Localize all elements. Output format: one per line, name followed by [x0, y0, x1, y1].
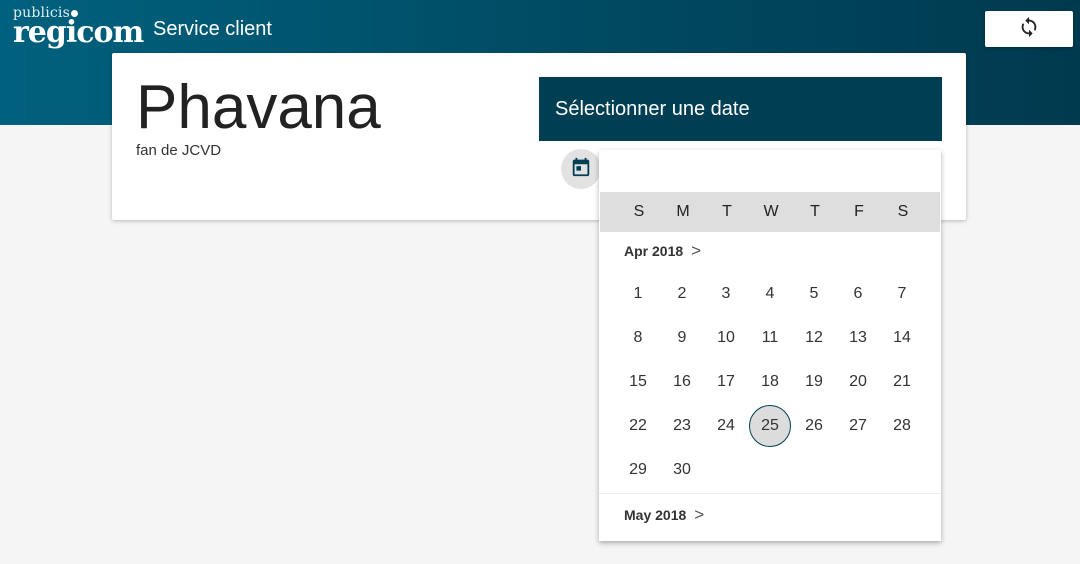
customer-name: Phavana	[136, 73, 381, 142]
logo-regicom-text: regicom	[13, 15, 144, 50]
calendar-day[interactable]: 10	[704, 318, 748, 358]
calendar-toggle-button[interactable]	[561, 149, 601, 189]
calendar-day[interactable]: 2	[660, 274, 704, 314]
calendar-day[interactable]: 6	[836, 274, 880, 314]
logo-dot	[71, 10, 78, 17]
date-picker-title: Sélectionner une date	[555, 97, 750, 120]
calendar-day[interactable]: 17	[704, 362, 748, 402]
calendar-icon	[570, 156, 592, 183]
app-title: Service client	[153, 18, 272, 40]
calendar-dropdown: S M T W T F S Apr 2018 > 1 2 3 4 5 6 7 8 9 10 11 12 1…	[599, 150, 941, 541]
month-divider	[599, 493, 941, 494]
weekday-label: W	[763, 203, 779, 220]
calendar-day[interactable]: 14	[880, 318, 924, 358]
month-label-next[interactable]: May 2018 >	[624, 506, 704, 524]
weekday-label: F	[854, 203, 864, 220]
chevron-right-icon: >	[694, 505, 705, 524]
calendar-day[interactable]: 30	[660, 450, 704, 490]
month-label-current[interactable]: Apr 2018 >	[624, 242, 701, 260]
weekday-label: M	[676, 203, 690, 220]
calendar-day[interactable]: 4	[748, 274, 792, 314]
calendar-day[interactable]: 3	[704, 274, 748, 314]
calendar-day[interactable]: 12	[792, 318, 836, 358]
calendar-day[interactable]: 13	[836, 318, 880, 358]
refresh-icon	[1018, 16, 1040, 43]
calendar-day[interactable]: 27	[836, 406, 880, 446]
calendar-day[interactable]: 15	[616, 362, 660, 402]
calendar-day-selected[interactable]: 25	[749, 405, 791, 447]
company-logo: publicis regicom	[13, 6, 144, 50]
calendar-day[interactable]: 8	[616, 318, 660, 358]
calendar-day[interactable]: 26	[792, 406, 836, 446]
calendar-day[interactable]: 29	[616, 450, 660, 490]
calendar-day[interactable]: 7	[880, 274, 924, 314]
calendar-day[interactable]: 11	[748, 318, 792, 358]
weekday-header: S M T W T F S	[600, 192, 940, 232]
calendar-day[interactable]: 22	[616, 406, 660, 446]
refresh-button[interactable]	[985, 11, 1073, 47]
customer-subtitle: fan de JCVD	[136, 142, 222, 159]
calendar-day[interactable]: 21	[880, 362, 924, 402]
chevron-right-icon: >	[691, 241, 702, 260]
calendar-day[interactable]: 5	[792, 274, 836, 314]
weekday-label: T	[722, 203, 732, 220]
calendar-day[interactable]: 24	[704, 406, 748, 446]
weekday-label: S	[897, 203, 909, 220]
calendar-day[interactable]: 9	[660, 318, 704, 358]
calendar-day[interactable]: 23	[660, 406, 704, 446]
weekday-label: S	[633, 203, 645, 220]
month-label-text: Apr 2018	[624, 243, 684, 259]
weekday-label: T	[810, 203, 820, 220]
date-picker-header[interactable]: Sélectionner une date	[539, 77, 942, 141]
calendar-day[interactable]: 18	[748, 362, 792, 402]
calendar-day[interactable]: 20	[836, 362, 880, 402]
calendar-day[interactable]: 16	[660, 362, 704, 402]
month-label-text: May 2018	[624, 507, 687, 523]
calendar-day[interactable]: 28	[880, 406, 924, 446]
calendar-day[interactable]: 19	[792, 362, 836, 402]
calendar-day[interactable]: 1	[616, 274, 660, 314]
